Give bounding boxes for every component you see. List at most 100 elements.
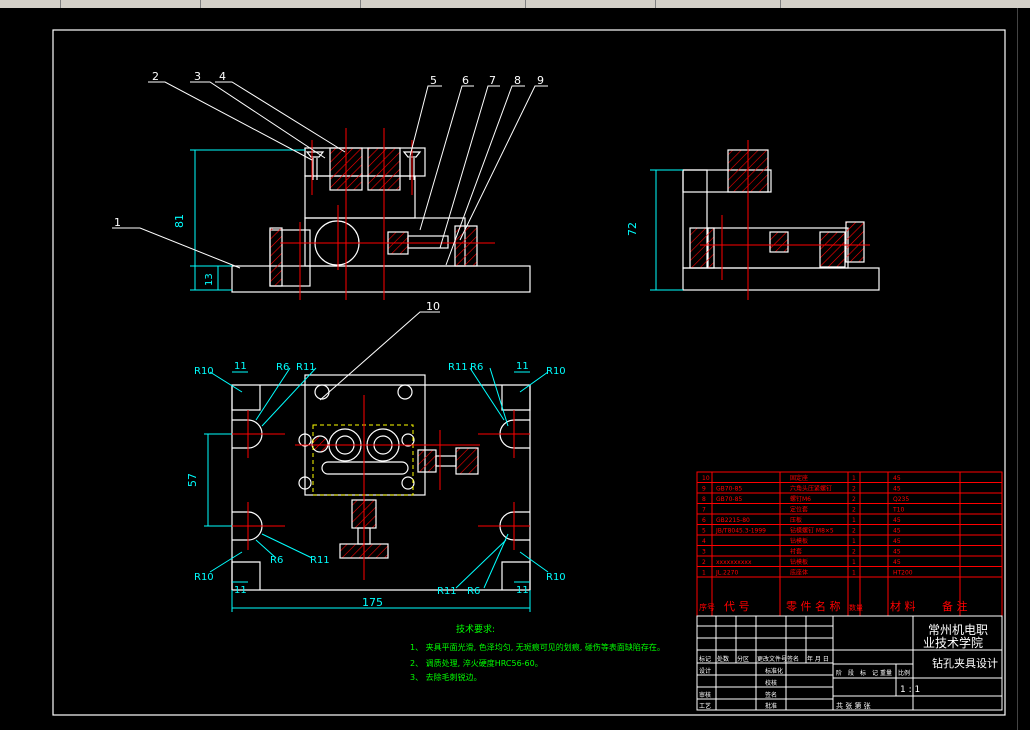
bom-header: 序号 代 号 零 件 名 称 数量 材 料 备 注 xyxy=(699,599,968,613)
bom-table xyxy=(696,471,1003,617)
bom-row-name: 衬套 xyxy=(790,548,802,556)
bom-row-no: 3 xyxy=(702,549,706,556)
stage-label: 比例 xyxy=(898,669,910,677)
bom-row-name: 六角头压紧螺钉 xyxy=(790,485,832,493)
dim-r10-br: R10 xyxy=(546,572,566,583)
bom-row-name: 定位套 xyxy=(790,506,808,514)
school-name-line-2: 业技术学院 xyxy=(923,635,983,650)
bom-header-mat: 材 料 xyxy=(890,599,916,613)
hidden-outline xyxy=(312,424,414,496)
bom-row-code: GB2215-80 xyxy=(716,517,750,524)
bom-row-no: 1 xyxy=(702,570,706,577)
dim-r11-br: R11 xyxy=(437,586,457,597)
title-block-role: 批准 xyxy=(765,702,777,710)
bom-row-qty: 1 xyxy=(852,570,856,577)
bom-row-qty: 2 xyxy=(852,549,856,556)
notes-line-3: 3、 去除毛刺锐边。 xyxy=(410,672,482,682)
balloon-8: 8 xyxy=(514,74,521,87)
dim-r6-tl: R6 xyxy=(276,362,289,373)
bom-row-qty: 2 xyxy=(852,496,856,503)
title-block-label: 更改文件号 xyxy=(757,655,787,663)
title-block-label: 标记 xyxy=(699,655,711,663)
bom-row-name: 固定座 xyxy=(790,474,808,482)
bom-row-no: 2 xyxy=(702,559,706,566)
cad-drawing-canvas[interactable]: 81 13 1 2 3 4 5 6 7 8 9 10 72 57 175 11 … xyxy=(0,8,1018,730)
title-block-label: 分区 xyxy=(737,655,749,663)
stage-labels: 阶段标记重量 比例 xyxy=(836,669,910,677)
side-base xyxy=(682,267,880,291)
top-view-dims xyxy=(204,367,549,612)
bom-row-name: 钻模板 xyxy=(790,537,808,545)
balloon-1: 1 xyxy=(114,216,121,229)
balloon-6: 6 xyxy=(462,74,469,87)
bom-row-mat: 45 xyxy=(893,559,901,566)
dim-72: 72 xyxy=(626,222,639,236)
bom-row-mat: Q235 xyxy=(893,496,909,503)
bom-row-code: GB70-85 xyxy=(716,486,742,493)
bom-row-no: 5 xyxy=(702,528,706,535)
title-block-role: 设计 xyxy=(699,667,711,675)
balloon-10: 10 xyxy=(426,300,440,313)
bom-header-code: 代 号 xyxy=(724,600,750,613)
balloon-4: 4 xyxy=(219,70,226,83)
dim-57: 57 xyxy=(186,473,199,487)
title-block-label: 年 月 日 xyxy=(807,655,829,663)
bom-row-mat: 45 xyxy=(893,486,901,493)
front-view xyxy=(231,147,531,293)
notes-line-1: 1、 夹具平面光滑, 色泽均匀, 无斑痕可见的划痕, 碰伤等表面缺陷存在。 xyxy=(410,642,665,652)
bom-rows: 10 固定座 1 459 GB70-85 六角头压紧螺钉 2 458 GB70-85 螺钉M6 2 Q… xyxy=(702,474,913,577)
stage-label: 重量 xyxy=(880,669,892,677)
bom-row-no: 9 xyxy=(702,486,706,493)
bom-row-mat: 45 xyxy=(893,517,901,524)
bom-header-qty: 数量 xyxy=(849,603,863,612)
bom-row-no: 7 xyxy=(702,507,706,514)
bom-header-remark: 备 注 xyxy=(942,599,968,613)
tab-separator xyxy=(780,0,781,8)
dim-r10-tl: R10 xyxy=(194,366,214,377)
bom-row-mat: 45 xyxy=(893,538,901,545)
bom-row-qty: 2 xyxy=(852,528,856,535)
toolbar-strip xyxy=(0,0,1030,8)
dim-11-bl: 11 xyxy=(234,585,247,596)
balloon-2: 2 xyxy=(152,70,159,83)
title-block-role: 标准化 xyxy=(765,667,783,675)
bom-row-name: 螺钉M6 xyxy=(790,495,811,503)
notes-line-2: 2、 调质处理, 淬火硬度HRC56-60。 xyxy=(410,658,543,668)
bom-row-no: 10 xyxy=(702,475,710,482)
stage-label: 阶 xyxy=(836,669,842,677)
dim-r11-tl: R11 xyxy=(296,362,316,373)
bom-header-no: 序号 xyxy=(699,602,715,612)
dim-r11-tr: R11 xyxy=(448,362,468,373)
dim-r6-bl: R6 xyxy=(270,555,283,566)
bom-row-no: 8 xyxy=(702,496,706,503)
vertical-scrollbar[interactable] xyxy=(1017,8,1030,730)
bom-row-name: 钻模螺钉 M8×5 xyxy=(790,527,834,535)
balloon-5: 5 xyxy=(430,74,437,87)
sheet-count: 共 张 第 张 xyxy=(836,701,871,710)
dim-11-tl: 11 xyxy=(234,361,247,372)
dim-r10-bl: R10 xyxy=(194,572,214,583)
side-view-centerlines xyxy=(700,140,870,300)
bom-row-qty: 1 xyxy=(852,517,856,524)
bom-row-code: JB/T8045.3-1999 xyxy=(715,528,766,535)
bom-row-name: 压板 xyxy=(790,516,802,524)
dim-r6-br: R6 xyxy=(467,586,480,597)
bom-row-qty: 1 xyxy=(852,559,856,566)
dim-r11-bl: R11 xyxy=(310,555,330,566)
balloon-labels: 1 2 3 4 5 6 7 8 9 10 xyxy=(114,70,544,313)
title-block-role: 工艺 xyxy=(699,702,711,710)
dim-11-tr: 11 xyxy=(516,361,529,372)
title-block-sign: 签名 xyxy=(765,691,777,699)
dim-81: 81 xyxy=(173,214,186,228)
bom-row-mat: 45 xyxy=(893,528,901,535)
balloon-7: 7 xyxy=(489,74,496,87)
bom-row-qty: 2 xyxy=(852,486,856,493)
tab-separator xyxy=(60,0,61,8)
bom-header-name: 零 件 名 称 xyxy=(786,599,841,613)
bom-row-qty: 1 xyxy=(852,538,856,545)
bom-row-mat: HT200 xyxy=(893,570,913,577)
bom-row-no: 6 xyxy=(702,517,706,524)
front-view-dims xyxy=(190,149,305,291)
dim-13: 13 xyxy=(204,273,215,286)
dim-11-br: 11 xyxy=(516,585,529,596)
